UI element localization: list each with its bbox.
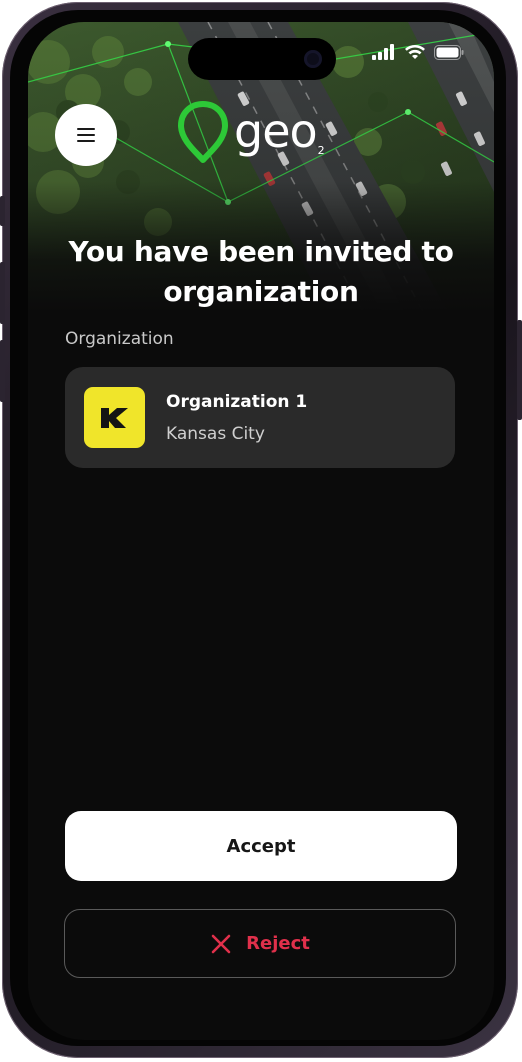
accept-button[interactable]: Accept bbox=[65, 811, 457, 881]
accept-button-label: Accept bbox=[226, 835, 296, 857]
volume-down-button bbox=[0, 340, 5, 402]
organization-section-label: Organization bbox=[65, 329, 174, 349]
organization-logo bbox=[84, 387, 145, 448]
location-pin-logo-icon bbox=[178, 101, 228, 163]
dynamic-island bbox=[188, 38, 336, 80]
organization-city: Kansas City bbox=[166, 424, 265, 444]
battery-icon bbox=[434, 44, 464, 60]
action-button bbox=[0, 196, 5, 226]
reject-button-label: Reject bbox=[246, 933, 310, 954]
reject-button[interactable]: Reject bbox=[64, 909, 456, 978]
organization-card[interactable]: Organization 1 Kansas City bbox=[65, 367, 455, 468]
organization-name: Organization 1 bbox=[166, 392, 308, 412]
power-button bbox=[517, 320, 522, 420]
page-title: You have been invited to organization bbox=[68, 235, 454, 308]
logo-subscript: 2 bbox=[317, 144, 325, 157]
cellular-signal-icon bbox=[372, 44, 394, 60]
logo-text: geo bbox=[234, 104, 318, 158]
status-bar bbox=[372, 44, 464, 60]
hamburger-menu-icon bbox=[77, 128, 95, 142]
geo2-logo: geo 2 bbox=[176, 100, 325, 164]
wifi-icon bbox=[405, 45, 425, 59]
volume-up-button bbox=[0, 262, 5, 324]
menu-button[interactable] bbox=[55, 104, 117, 166]
k-letter-logo-icon bbox=[100, 407, 128, 428]
close-x-icon bbox=[211, 934, 231, 953]
app-screen: geo 2 You have been invited to organizat… bbox=[28, 22, 494, 1040]
front-camera bbox=[304, 50, 322, 68]
